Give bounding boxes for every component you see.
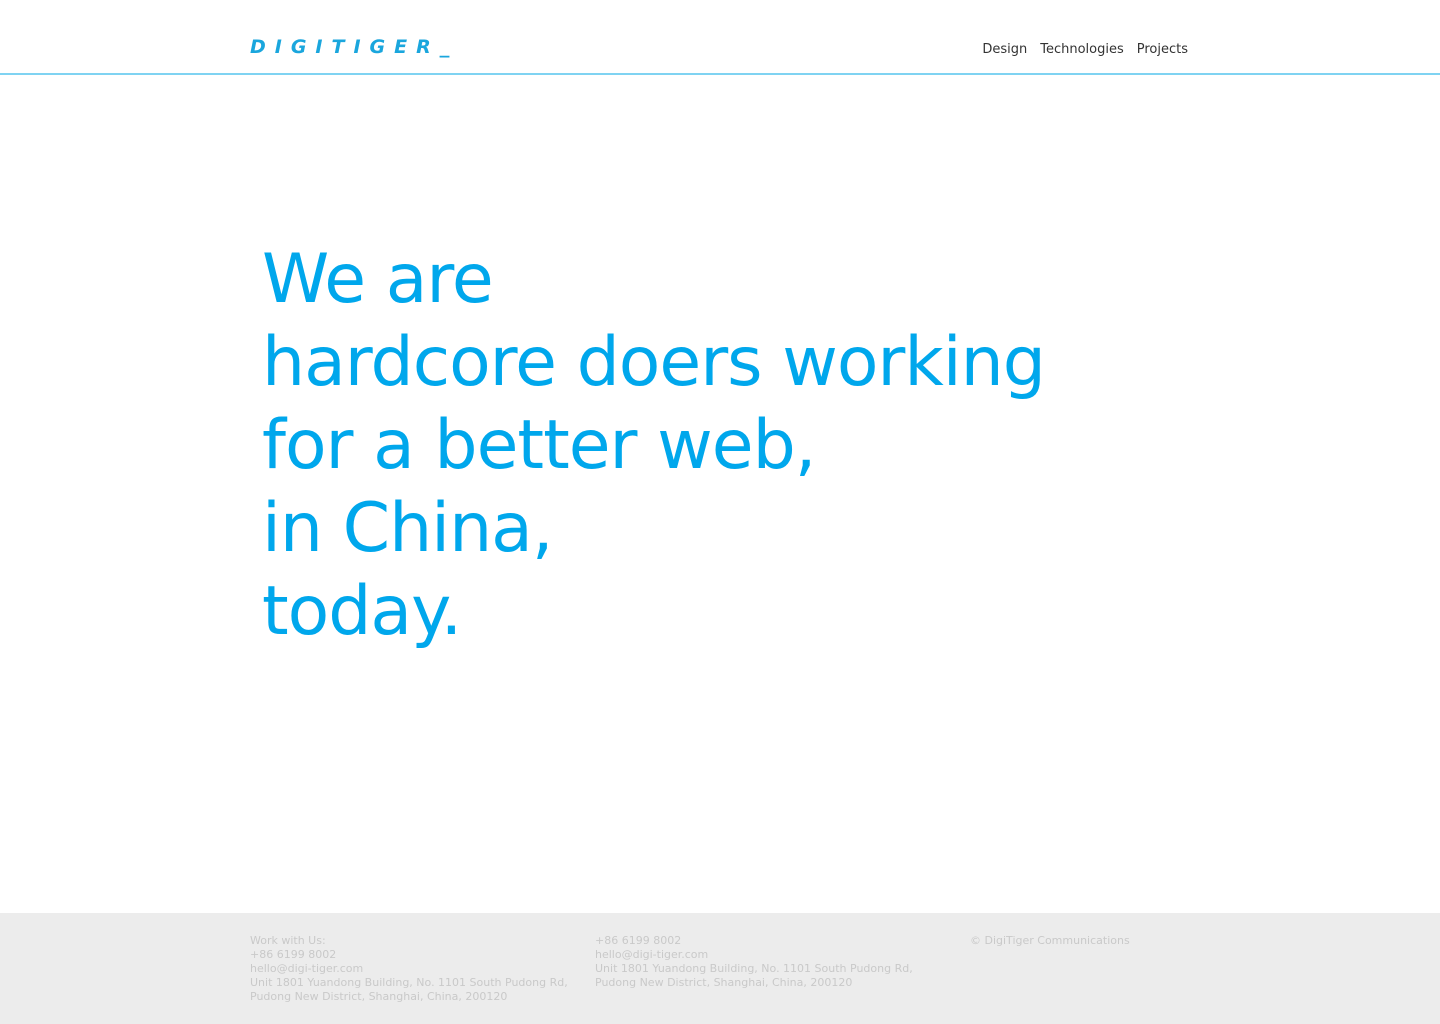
nav-item-technologies[interactable]: Technologies — [1040, 41, 1124, 59]
footer-contact-primary: Work with Us: +86 6199 8002 hello@digi-t… — [250, 934, 568, 1004]
footer-address-line: Unit 1801 Yuandong Building, No. 1101 So… — [595, 962, 913, 975]
hero-line: hardcore doers working — [262, 323, 1046, 402]
hero-line: today. — [262, 572, 462, 651]
nav-item-projects[interactable]: Projects — [1137, 41, 1188, 59]
footer-address-line: Pudong New District, Shanghai, China, 20… — [595, 976, 853, 989]
footer-address-line: Pudong New District, Shanghai, China, 20… — [250, 990, 508, 1003]
nav-item-design[interactable]: Design — [982, 41, 1027, 59]
footer-phone[interactable]: +86 6199 8002 — [595, 934, 913, 948]
main-nav: Design Technologies Projects — [982, 41, 1188, 59]
footer-email[interactable]: hello@digi-tiger.com — [595, 948, 913, 962]
hero-line: for a better web, — [262, 406, 816, 485]
hero-line: We are — [262, 240, 494, 319]
hero-line: in China, — [262, 489, 553, 568]
site-footer: Work with Us: +86 6199 8002 hello@digi-t… — [0, 913, 1440, 1024]
copyright-text: © DigiTiger Communications — [970, 934, 1130, 947]
page: DIGITIGER_ Design Technologies Projects … — [0, 0, 1440, 1024]
footer-phone[interactable]: +86 6199 8002 — [250, 948, 568, 962]
footer-copyright-col: © DigiTiger Communications — [970, 934, 1130, 948]
footer-email[interactable]: hello@digi-tiger.com — [250, 962, 568, 976]
hero-headline: We are hardcore doers working for a bett… — [262, 238, 1162, 653]
footer-address-line: Unit 1801 Yuandong Building, No. 1101 So… — [250, 976, 568, 989]
footer-contact-secondary: +86 6199 8002 hello@digi-tiger.com Unit … — [595, 934, 913, 990]
site-header: DIGITIGER_ Design Technologies Projects — [0, 0, 1440, 75]
logo[interactable]: DIGITIGER_ — [250, 35, 458, 59]
footer-heading: Work with Us: — [250, 934, 326, 947]
